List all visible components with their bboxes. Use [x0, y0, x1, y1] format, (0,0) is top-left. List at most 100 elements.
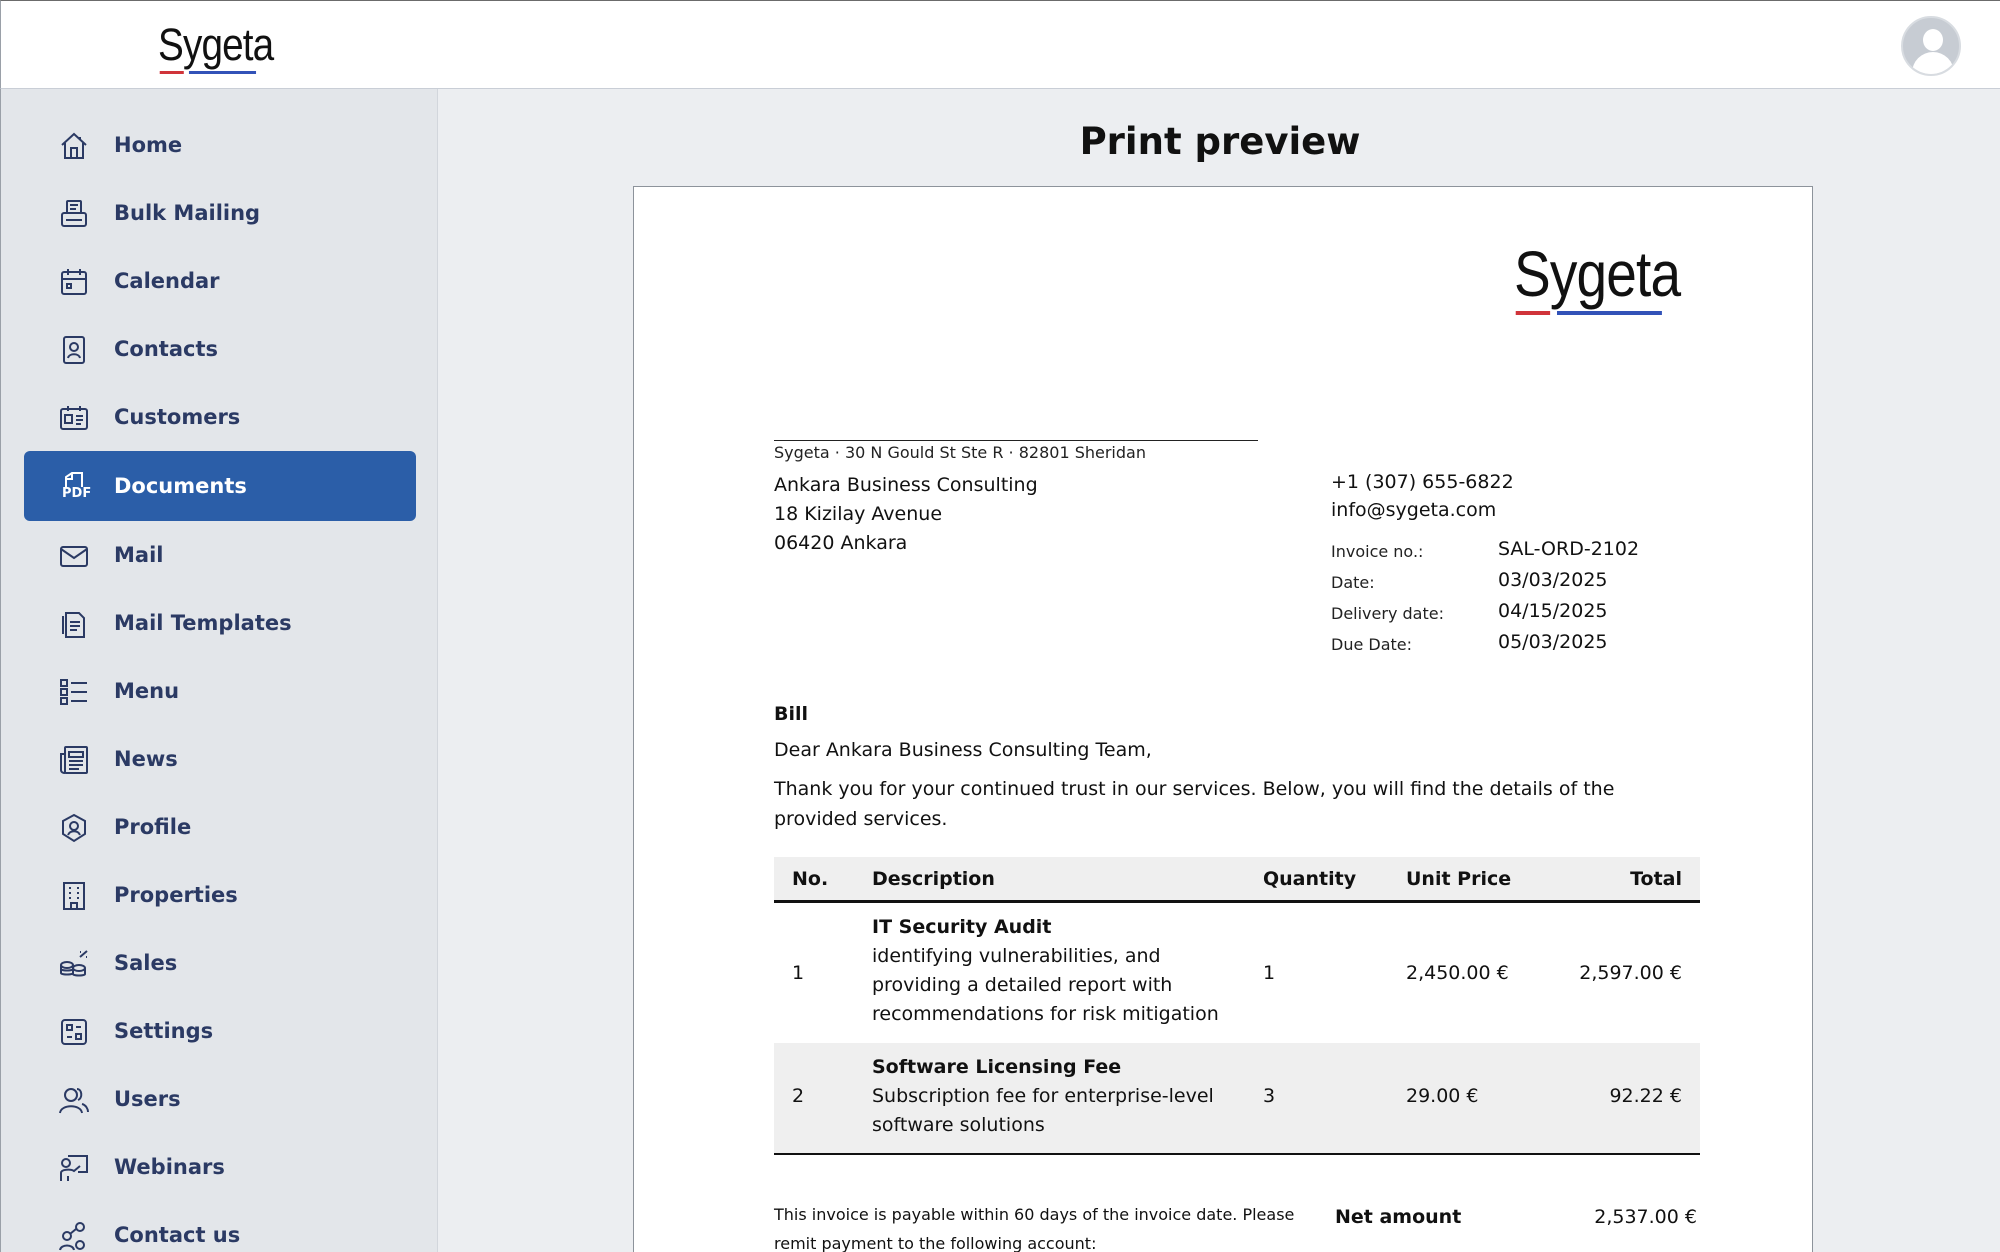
logo-underline-blue	[188, 71, 257, 74]
cell-no: 1	[792, 962, 805, 984]
meta-value: SAL-ORD-2102	[1498, 538, 1640, 560]
pdf-icon-label: PDF	[62, 486, 92, 501]
meta-row-due-date: Due Date: 05/03/2025	[1331, 631, 1731, 662]
meta-key: Delivery date:	[1331, 604, 1444, 623]
calendar-icon	[58, 266, 90, 298]
document-icon	[58, 608, 90, 640]
sidebar-item-contacts[interactable]: Contacts	[24, 314, 416, 384]
invoice-heading: Bill	[774, 703, 809, 725]
sidebar-item-calendar[interactable]: Calendar	[24, 246, 416, 316]
invoice-meta: Invoice no.: SAL-ORD-2102 Date: 03/03/20…	[1331, 538, 1731, 662]
sidebar-item-label: Settings	[114, 1019, 214, 1043]
settings-panel-icon	[58, 1016, 90, 1048]
invoice-logo: Sygeta	[1514, 237, 1681, 315]
user-avatar[interactable]	[1901, 16, 1961, 76]
sidebar-item-label: Profile	[114, 815, 192, 839]
recipient-name: Ankara Business Consulting	[774, 474, 1038, 496]
meta-key: Invoice no.:	[1331, 542, 1424, 561]
cell-description: Software Licensing Fee Subscription fee …	[872, 1053, 1214, 1140]
sidebar-item-label: Contact us	[114, 1223, 241, 1247]
sidebar-item-mail-templates[interactable]: Mail Templates	[24, 588, 416, 658]
sidebar-item-home[interactable]: Home	[24, 110, 416, 180]
sidebar-item-label: Contacts	[114, 337, 218, 361]
table-row: 1 IT Security Audit identifying vulnerab…	[774, 903, 1700, 1043]
column-header-description: Description	[872, 868, 995, 890]
recipient-street: 18 Kizilay Avenue	[774, 503, 943, 525]
sidebar-item-mail[interactable]: Mail	[24, 520, 416, 590]
sidebar-item-users[interactable]: Users	[24, 1064, 416, 1134]
page-title: Print preview	[1079, 120, 1361, 163]
avatar-head-shape	[1923, 29, 1943, 51]
profile-shield-icon	[58, 812, 90, 844]
company-email: info@sygeta.com	[1331, 499, 1497, 521]
table-row: 2 Software Licensing Fee Subscription fe…	[774, 1043, 1700, 1155]
invoice-preview-page: Sygeta Sygeta · 30 N Gould St Ste R · 82…	[633, 186, 1813, 1252]
company-phone: +1 (307) 655-6822	[1331, 471, 1514, 493]
column-header-quantity: Quantity	[1263, 868, 1357, 890]
coins-icon	[58, 948, 90, 980]
sidebar-item-bulk-mailing[interactable]: Bulk Mailing	[24, 178, 416, 248]
sidebar-item-label: Sales	[114, 951, 178, 975]
cell-quantity: 3	[1263, 1085, 1276, 1107]
home-icon	[58, 130, 90, 162]
sidebar-item-label: Home	[114, 133, 183, 157]
sidebar-item-label: Mail Templates	[114, 611, 292, 635]
cell-total: 92.22 €	[1609, 1085, 1682, 1107]
invoice-intro: Thank you for your continued trust in ou…	[774, 778, 1615, 830]
presentation-icon	[58, 1152, 90, 1184]
sidebar-item-webinars[interactable]: Webinars	[24, 1132, 416, 1202]
sidebar-item-label: Customers	[114, 405, 241, 429]
net-amount-label: Net amount	[1335, 1206, 1462, 1228]
sidebar-item-label: Documents	[114, 474, 247, 498]
invoice-greeting: Dear Ankara Business Consulting Team,	[774, 739, 1152, 761]
item-description-line: Subscription fee for enterprise-level	[872, 1085, 1214, 1107]
sidebar-item-label: Menu	[114, 679, 180, 703]
sidebar-item-settings[interactable]: Settings	[24, 996, 416, 1066]
invoice-logo-underline-blue	[1557, 311, 1662, 315]
sidebar-item-customers[interactable]: Customers	[24, 382, 416, 452]
item-title: Software Licensing Fee	[872, 1056, 1122, 1078]
sidebar-item-news[interactable]: News	[24, 724, 416, 794]
sender-address-line: Sygeta · 30 N Gould St Ste R · 82801 She…	[774, 443, 1146, 462]
sidebar-item-label: Webinars	[114, 1155, 225, 1179]
avatar-body-shape	[1912, 52, 1954, 74]
top-bar: Sygeta	[0, 0, 2000, 89]
meta-value: 05/03/2025	[1498, 631, 1608, 653]
contact-network-icon	[58, 1220, 90, 1252]
column-header-unit-price: Unit Price	[1406, 868, 1512, 890]
item-description-line: software solutions	[872, 1114, 1045, 1136]
sidebar-item-sales[interactable]: Sales	[24, 928, 416, 998]
sidebar-item-contact-us[interactable]: Contact us	[24, 1200, 416, 1252]
meta-row-date: Date: 03/03/2025	[1331, 569, 1731, 600]
id-card-icon	[58, 402, 90, 434]
cell-no: 2	[792, 1085, 805, 1107]
invoice-logo-underline-red	[1515, 311, 1551, 315]
recipient-address: Ankara Business Consulting 18 Kizilay Av…	[774, 471, 1038, 558]
users-icon	[58, 1084, 90, 1116]
meta-value: 03/03/2025	[1498, 569, 1608, 591]
printer-icon	[58, 198, 90, 230]
sidebar: Home Bulk Mailing Calendar Contacts Cust…	[0, 89, 438, 1252]
meta-row-invoice-no: Invoice no.: SAL-ORD-2102	[1331, 538, 1731, 569]
meta-key: Due Date:	[1331, 635, 1413, 654]
meta-value: 04/15/2025	[1498, 600, 1608, 622]
cell-description: IT Security Audit identifying vulnerabil…	[872, 913, 1219, 1029]
meta-key: Date:	[1331, 573, 1375, 592]
building-icon	[58, 880, 90, 912]
sidebar-item-documents[interactable]: PDF Documents	[24, 451, 416, 521]
table-header: No. Description Quantity Unit Price Tota…	[774, 857, 1700, 903]
column-header-total: Total	[1630, 868, 1682, 890]
sidebar-item-profile[interactable]: Profile	[24, 792, 416, 862]
item-description-line: recommendations for risk mitigation	[872, 1003, 1219, 1025]
app-logo[interactable]: Sygeta	[158, 19, 274, 74]
mail-icon	[58, 540, 90, 572]
list-icon	[58, 676, 90, 708]
sidebar-item-label: Users	[114, 1087, 181, 1111]
sidebar-item-label: News	[114, 747, 178, 771]
sidebar-item-label: Bulk Mailing	[114, 201, 261, 225]
recipient-city: 06420 Ankara	[774, 532, 908, 554]
sidebar-item-menu[interactable]: Menu	[24, 656, 416, 726]
cell-total: 2,597.00 €	[1579, 962, 1682, 984]
cell-unit-price: 29.00 €	[1406, 1085, 1479, 1107]
sidebar-item-properties[interactable]: Properties	[24, 860, 416, 930]
